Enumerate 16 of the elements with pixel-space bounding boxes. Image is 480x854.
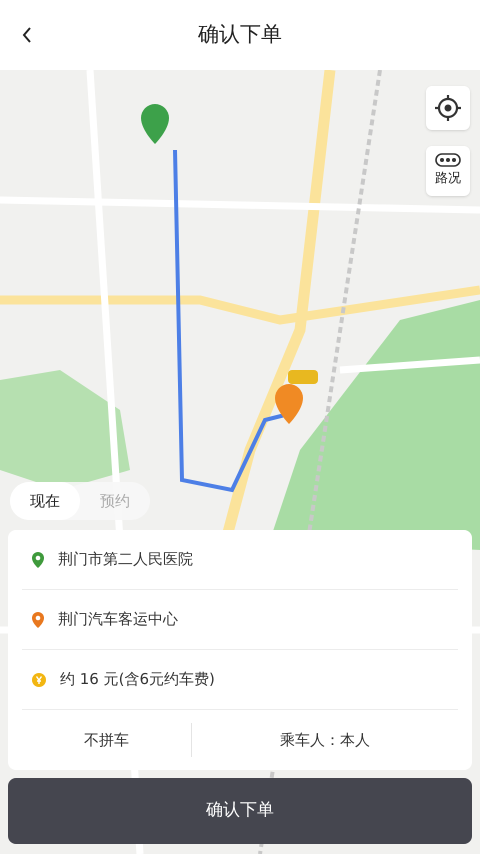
location-pin-icon (32, 552, 44, 568)
mode-tab[interactable]: 现在 (10, 482, 80, 520)
locate-button[interactable] (426, 86, 470, 130)
location-pin-icon (32, 612, 44, 628)
place-name: 荆门汽车客运中心 (58, 609, 178, 630)
confirm-button[interactable]: 确认下单 (8, 778, 472, 844)
crosshair-icon (434, 94, 462, 122)
page-title: 确认下单 (198, 21, 282, 48)
back-icon (21, 26, 33, 44)
ride-option[interactable]: 不拼车 (84, 722, 129, 758)
coin-icon (32, 672, 46, 686)
place-name: 荆门市第二人民医院 (58, 549, 193, 570)
fare-text: 约 16 元(含6元约车费) (60, 669, 215, 690)
traffic-icon (435, 153, 461, 168)
ride-option[interactable]: 乘车人：本人 (280, 722, 370, 758)
traffic-button[interactable]: 路况 (426, 146, 470, 196)
